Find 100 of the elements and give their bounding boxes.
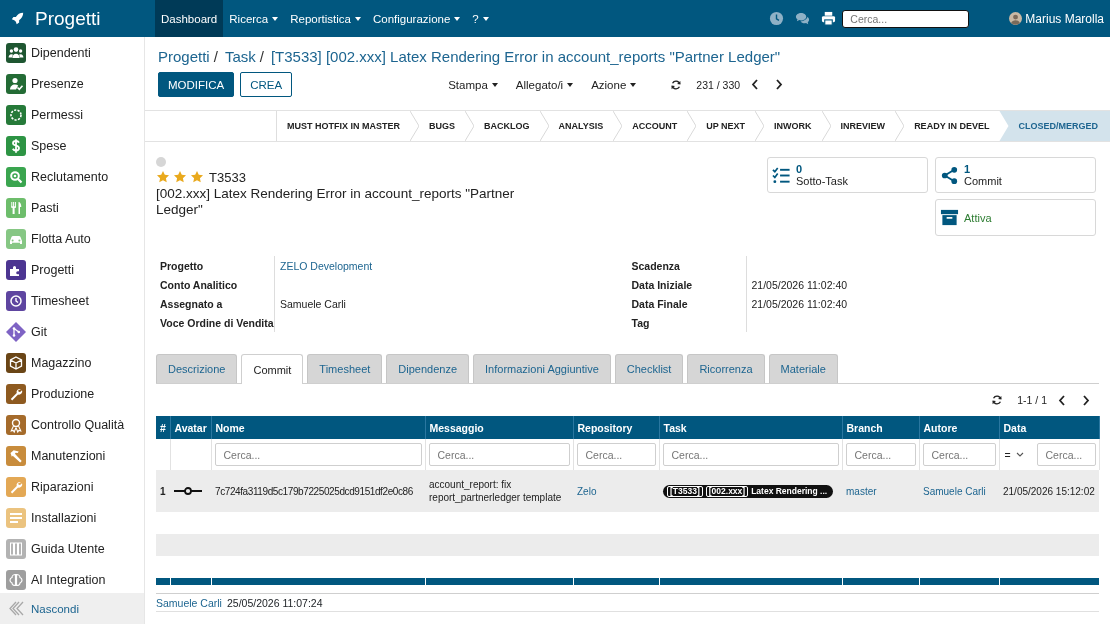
menu-item[interactable]: ? [466,0,495,37]
column-header[interactable]: Autore [919,416,999,439]
chevron-left-icon[interactable] [1058,394,1066,406]
stage-button[interactable]: ANALYSIS [548,111,614,141]
refresh-icon[interactable] [670,78,683,91]
sidebar-item[interactable]: Guida Utente [0,533,144,564]
chevron-right-icon[interactable] [1082,394,1090,406]
sidebar-item[interactable]: Presenze [0,68,144,99]
double-chevron-left-icon[interactable] [8,601,26,616]
sidebar-item[interactable]: Manutenzioni [0,440,144,471]
chevron-right-icon[interactable] [775,79,784,90]
stage-button[interactable]: MUST HOTFIX IN MASTER [277,111,411,141]
sidebar-item[interactable]: Dipendenti [0,37,144,68]
commit-message: account_report: fix report_partnerledger template [429,478,563,504]
tab[interactable]: Descrizione [156,354,238,383]
filter-field[interactable]: Cerca... [576,443,656,466]
collapse-link[interactable]: Nascondi [31,602,79,615]
repository-link[interactable]: Zelo [577,485,597,497]
task-badge[interactable]: [T3533] [002.xxx] Latex Rendering ... [663,484,834,498]
column-header[interactable]: # [156,416,170,439]
column-header[interactable]: Nome [211,416,425,439]
filter-field[interactable]: Cerca... [428,443,570,466]
star-icon[interactable] [156,170,170,184]
column-header[interactable]: Avatar [170,416,211,439]
sidebar-item[interactable]: Permessi [0,99,144,130]
breadcrumb-link[interactable]: [T3533] [002.xxx] Latex Rendering Error in account_reports "Partner Ledger" [270,47,781,65]
tab[interactable]: Informazioni Aggiuntive [473,354,611,383]
create-button[interactable]: CREA [240,72,293,97]
filter-field[interactable]: Cerca... [1036,443,1096,466]
branch-link[interactable]: master [846,485,877,497]
stage-button[interactable]: UP NEXT [696,111,756,141]
sidebar-item[interactable]: AI Integration [0,564,144,593]
counter-button[interactable]: 0 Sotto-Task [767,157,928,193]
refresh-icon[interactable] [991,394,1004,406]
menu-item[interactable]: Configurazione [366,0,467,37]
task-tag: [T3533] [667,485,703,497]
filter-field[interactable]: Cerca... [922,443,996,466]
stage-button[interactable]: BACKLOG [474,111,540,141]
column-header[interactable]: Repository [573,416,659,439]
field-link[interactable]: ZELO Development [280,259,373,272]
sidebar-item[interactable]: Riparazioni [0,471,144,502]
chevron-left-icon[interactable] [751,79,760,90]
column-header[interactable]: Messaggio [425,416,573,439]
sidebar-item[interactable]: Produzione [0,378,144,409]
stage-button[interactable]: INREVIEW [830,111,896,141]
search-field[interactable]: Cerca... [842,9,970,28]
dropdown-menu[interactable]: Allegato/i [515,78,574,91]
sidebar-item[interactable]: Flotta Auto [0,223,144,254]
author-link[interactable]: Samuele Carli [156,596,222,609]
sidebar-item[interactable]: Magazzino [0,347,144,378]
tab[interactable]: Timesheet [307,354,383,383]
clock-icon[interactable] [769,11,785,26]
chat-icon[interactable] [795,11,811,26]
sidebar-item[interactable]: Reclutamento [0,161,144,192]
table-row[interactable]: 1 7c724fa3119d5c179b7225025dcd9151df2e0c86 account_report: fix report_partnerledger template Zelo [T3533] [002.xxx] Latex Rendering ... master Samuele Carli 21/05/2026 15:12:02 [156,470,1099,512]
caret-icon [491,82,498,87]
tab[interactable]: Dipendenze [386,354,470,383]
breadcrumb-link[interactable]: Progetti [158,47,210,65]
tab[interactable]: Checklist [614,354,684,383]
stage-button[interactable]: BUGS [419,111,466,141]
field-label: Data Finale [631,297,688,310]
filter-field[interactable]: Cerca... [845,443,916,466]
filter-field[interactable]: Cerca... [214,443,422,466]
field-label: Data Iniziale [631,278,693,291]
sidebar-item[interactable]: Pasti [0,192,144,223]
dropdown-menu[interactable]: Stampa [448,78,498,91]
active-toggle-button[interactable]: Attiva [935,199,1096,236]
column-header[interactable]: Task [659,416,842,439]
menu-item[interactable]: Reportistica [284,0,367,37]
dropdown-menu[interactable]: Azione [591,78,637,91]
filter-field[interactable]: Cerca... [662,443,839,466]
stage-button[interactable]: INWORK [764,111,822,141]
column-header[interactable]: Data [999,416,1099,439]
star-icon[interactable] [190,170,204,184]
star-icon[interactable] [173,170,187,184]
tab[interactable]: Materiale [768,354,838,383]
tab[interactable]: Ricorrenza [687,354,765,383]
user-menu[interactable]: Marius Marolla [1009,11,1104,26]
star-rating[interactable] [156,170,204,184]
sidebar-item[interactable]: Controllo Qualità [0,409,144,440]
avatar-icon [1009,12,1023,25]
edit-button[interactable]: MODIFICA [158,72,235,97]
sidebar-item[interactable]: Spese [0,130,144,161]
sidebar-item[interactable]: Progetti [0,254,144,285]
printer-icon[interactable] [821,11,837,26]
sidebar-item[interactable]: Git [0,316,144,347]
commit-hash: 7c724fa3119d5c179b7225025dcd9151df2e0c86 [215,485,413,497]
sidebar-item[interactable]: Installazioni [0,502,144,533]
stage-button[interactable]: READY IN DEVEL [904,111,1000,141]
sidebar-item[interactable]: Timesheet [0,285,144,316]
column-header[interactable]: Branch [842,416,919,439]
breadcrumb-link[interactable]: Task [224,47,256,65]
stage-button[interactable]: ACCOUNT [622,111,688,141]
menu-item[interactable]: Dashboard [155,0,224,37]
status-dot-icon[interactable] [156,157,166,167]
tab[interactable]: Commit [241,354,304,384]
stage-button[interactable]: CLOSED/MERGED [999,111,1110,141]
field-value: 21/05/2026 11:02:40 [751,278,848,291]
counter-button[interactable]: 1 Commit [935,157,1096,193]
menu-item[interactable]: Ricerca [223,0,285,37]
